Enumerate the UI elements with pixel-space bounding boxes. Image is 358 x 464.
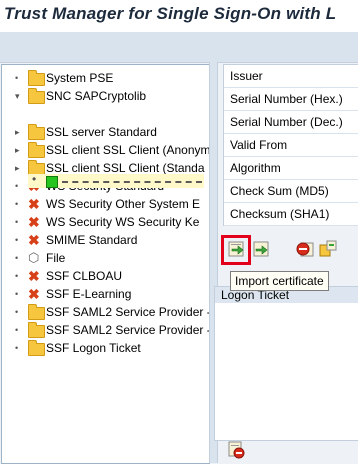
expand-icon[interactable]: ▸: [15, 126, 25, 138]
tree-item-label: WS Security WS Security Ke: [46, 215, 200, 229]
x-icon: ✖: [28, 214, 40, 230]
bullet-icon: •: [15, 253, 19, 263]
tree-item[interactable]: ▸ SSL client SSL Client (Anonym: [2, 141, 210, 159]
field-valid-from: Valid From: [224, 134, 358, 157]
pse-tree[interactable]: • System PSE ▾ SNC SAPCryptolib ▸ SSL server …: [1, 64, 210, 464]
collapse-icon[interactable]: ▾: [15, 90, 25, 102]
field-serial-dec: Serial Number (Dec.): [224, 111, 358, 134]
tree-item-label: SSF Logon Ticket: [46, 341, 141, 355]
bullet-icon: •: [15, 73, 19, 83]
folder-icon: [28, 124, 45, 140]
tree-item-label: SNC SAPCryptolib: [46, 89, 147, 103]
tree-item-label: SSL client SSL Client (Anonym: [46, 143, 210, 157]
x-icon: ✖: [28, 196, 40, 212]
selected-tree-row[interactable]: •: [28, 172, 204, 188]
highlight-box: [221, 235, 251, 265]
add-to-list-button[interactable]: [319, 240, 337, 258]
tree-item[interactable]: ▾ SNC SAPCryptolib: [2, 87, 209, 105]
tree-item[interactable]: • SSF SAML2 Service Provider -: [2, 321, 210, 339]
folder-icon: [28, 70, 45, 86]
tree-item-label: SSF SAML2 Service Provider -: [46, 305, 210, 319]
folder-icon: [28, 142, 45, 158]
tree-item[interactable]: • SSF SAML2 Service Provider -: [2, 303, 210, 321]
tree-item-label: SMIME Standard: [46, 233, 138, 247]
bullet-icon: •: [15, 217, 19, 227]
field-issuer: Issuer: [224, 65, 358, 88]
bullet-icon: •: [15, 289, 19, 299]
bullet-icon: •: [15, 325, 19, 335]
tree-item[interactable]: • ✖ SSF E-Learning: [2, 285, 209, 303]
folder-icon: [28, 304, 45, 320]
tree-item[interactable]: • ⬡ File: [2, 249, 209, 267]
redacted-entry: [62, 181, 202, 183]
bullet-icon: •: [15, 199, 19, 209]
cube-icon: ⬡: [28, 250, 40, 265]
tree-item[interactable]: ▸ SSL server Standard: [2, 123, 209, 141]
field-md5: Check Sum (MD5): [224, 180, 358, 203]
certificate-status-icon: [46, 176, 58, 188]
folder-icon: [28, 322, 45, 338]
expand-icon[interactable]: ▸: [15, 144, 25, 156]
field-serial-hex: Serial Number (Hex.): [224, 88, 358, 111]
tree-item-label: File: [46, 251, 66, 265]
field-algorithm: Algorithm: [224, 157, 358, 180]
tree-item-label: WS Security Other System E: [46, 197, 201, 211]
tree-item-label: SSL server Standard: [46, 125, 157, 139]
window-title: Trust Manager for Single Sign-On with L: [4, 4, 337, 23]
certificate-list-icon: [319, 240, 337, 257]
bullet-icon: •: [15, 235, 19, 245]
bullet-icon: •: [15, 271, 19, 281]
folder-open-icon: [28, 88, 45, 104]
tree-item[interactable]: • SSF Logon Ticket: [2, 339, 209, 357]
toolbar: [0, 32, 358, 63]
x-icon: ✖: [28, 268, 40, 284]
tree-item[interactable]: • ✖ SSF CLBOAU: [2, 267, 209, 285]
tree-item[interactable]: • System PSE: [2, 69, 209, 87]
import-tooltip: Import certificate: [230, 271, 329, 291]
folder-ticket-icon: [28, 340, 45, 356]
stop-icon: [296, 242, 314, 257]
tree-item[interactable]: • ✖ SMIME Standard: [2, 231, 209, 249]
export-certificate-icon: [253, 241, 269, 257]
field-sha1: Checksum (SHA1): [224, 203, 358, 226]
bullet-icon: •: [15, 307, 19, 317]
tree-item-label: System PSE: [46, 71, 114, 85]
logon-ticket-panel: Logon Ticket: [214, 286, 358, 441]
x-icon: ✖: [28, 286, 40, 302]
tree-item[interactable]: • ✖ WS Security WS Security Ke: [2, 213, 209, 231]
bullet-icon: •: [15, 181, 19, 191]
tree-item-label: SSL client SSL Client (Standa: [46, 161, 205, 175]
certificate-details: Issuer Serial Number (Hex.) Serial Numbe…: [223, 64, 358, 226]
bullet-icon: •: [15, 343, 19, 353]
delete-certificate-button[interactable]: [296, 240, 314, 258]
bullet-icon: •: [32, 172, 37, 186]
x-icon: ✖: [28, 232, 40, 248]
tree-item-label: SSF E-Learning: [46, 287, 132, 301]
remove-entry-button[interactable]: [226, 441, 246, 459]
tree-item[interactable]: • ✖ WS Security Other System E: [2, 195, 209, 213]
expand-icon[interactable]: ▸: [15, 162, 25, 174]
export-certificate-button[interactable]: [251, 240, 269, 258]
title-bar: Trust Manager for Single Sign-On with L: [0, 0, 358, 32]
tree-item-label: SSF CLBOAU: [46, 269, 123, 283]
remove-icon: [228, 441, 245, 459]
tree-item-label: SSF SAML2 Service Provider -: [46, 323, 210, 337]
